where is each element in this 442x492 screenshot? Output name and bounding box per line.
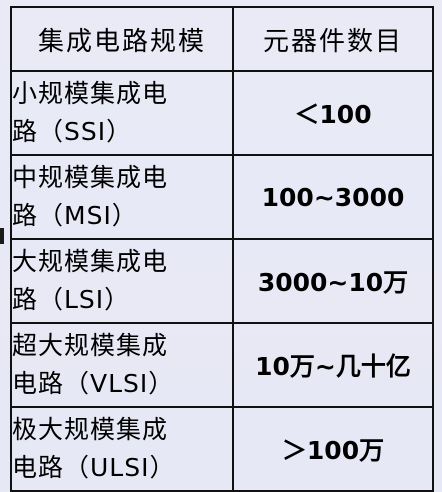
table-row: 极大规模集成 电路（ULSI） ＞100万	[10, 406, 434, 492]
table-row: 超大规模集成 电路（VLSI） 10万~几十亿	[10, 322, 434, 408]
scale-name-line2: 电路（ULSI）	[12, 453, 176, 482]
scale-name-line1: 小规模集成电	[12, 79, 169, 108]
table-row: 大规模集成电 路（LSI） 3000~10万	[10, 238, 434, 324]
scale-name-cell: 超大规模集成 电路（VLSI）	[10, 322, 234, 408]
scale-name-line2: 路（SSI）	[12, 117, 133, 146]
table-row: 小规模集成电 路（SSI） ＜100	[10, 70, 434, 156]
scale-name-line2: 路（MSI）	[12, 201, 138, 230]
scale-name-cell: 极大规模集成 电路（ULSI）	[10, 406, 234, 492]
edge-mark	[0, 228, 4, 244]
scale-name-line2: 电路（VLSI）	[12, 369, 175, 398]
component-count: ＜100	[232, 70, 434, 156]
scale-name-line1: 中规模集成电	[12, 163, 169, 192]
table-row: 中规模集成电 路（MSI） 100~3000	[10, 154, 434, 240]
table-header-row: 集成电路规模 元器件数目	[10, 6, 434, 72]
scale-name-line2: 路（LSI）	[12, 285, 131, 314]
component-count: 3000~10万	[232, 238, 434, 324]
scale-name-cell: 中规模集成电 路（MSI）	[10, 154, 234, 240]
scale-name-cell: 大规模集成电 路（LSI）	[10, 238, 234, 324]
slide: 集成电路规模 元器件数目 小规模集成电 路（SSI） ＜100 中规模集成电 路…	[0, 0, 442, 492]
scale-name-line1: 极大规模集成	[12, 415, 169, 444]
scale-name-cell: 小规模集成电 路（SSI）	[10, 70, 234, 156]
component-count: 10万~几十亿	[232, 322, 434, 408]
component-count: 100~3000	[232, 154, 434, 240]
ic-scale-table: 集成电路规模 元器件数目 小规模集成电 路（SSI） ＜100 中规模集成电 路…	[10, 6, 434, 492]
header-scale: 集成电路规模	[10, 6, 234, 72]
header-component-count: 元器件数目	[232, 6, 434, 72]
scale-name-line1: 超大规模集成	[12, 331, 169, 360]
scale-name-line1: 大规模集成电	[12, 247, 169, 276]
component-count: ＞100万	[232, 406, 434, 492]
